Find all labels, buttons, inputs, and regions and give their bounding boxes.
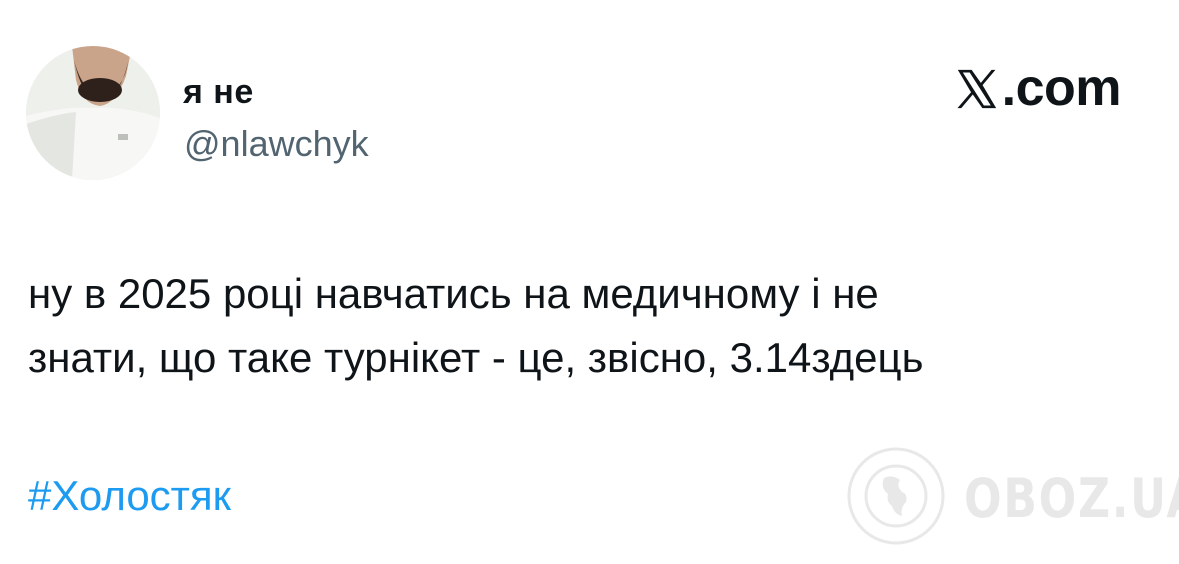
x-logo-icon: [954, 65, 1000, 111]
tweet-text-line: ну в 2025 році навчатись на медичному і …: [28, 270, 879, 317]
tweet-text: ну в 2025 році навчатись на медичному і …: [28, 262, 1158, 390]
brand-domain: .com: [1001, 59, 1122, 117]
hashtag-link[interactable]: #Холостяк: [28, 468, 231, 524]
globe-icon: [846, 446, 946, 551]
watermark: OBOZ.UA: [846, 446, 1179, 551]
avatar[interactable]: [26, 46, 160, 180]
tweet-text-line: знати, що таке турнікет - це, звісно, 3.…: [28, 334, 924, 381]
avatar-photo: [26, 46, 160, 180]
watermark-label: OBOZ.UA: [964, 466, 1179, 530]
display-name[interactable]: я не: [183, 72, 254, 112]
user-handle[interactable]: @nlawchyk: [184, 122, 369, 166]
brand-logo[interactable]: .com: [954, 58, 1122, 118]
